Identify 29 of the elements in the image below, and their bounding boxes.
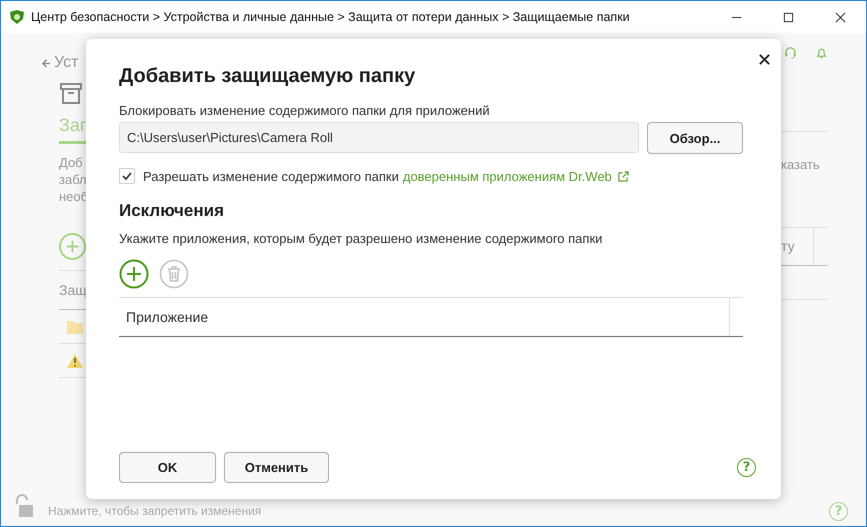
back-arrow-icon[interactable] [42, 58, 51, 68]
field-label: Блокировать изменение содержимого папки для приложений [119, 103, 491, 118]
window-title: Центр безопасности > Устройства и личные данные > Защита от потери данных > Защищаемые папки [31, 10, 630, 24]
ok-button[interactable]: OK [119, 452, 216, 483]
lock-hint[interactable]: Нажмите, чтобы запретить изменения [48, 504, 262, 518]
description-text: казать [781, 157, 821, 174]
cancel-button[interactable]: Отменить [224, 452, 329, 483]
add-icon[interactable] [119, 259, 149, 289]
shield-logo-icon [9, 9, 25, 25]
trusted-apps-link[interactable]: доверенным приложениям Dr.Web [402, 168, 612, 184]
unlocked-padlock-icon[interactable] [14, 494, 34, 518]
browse-button[interactable]: Обзор... [647, 122, 743, 154]
back-link[interactable]: Уст [54, 54, 78, 72]
folder-path-field[interactable]: C:\Users\user\Pictures\Camera Roll [119, 122, 639, 153]
column-header: Приложение [119, 298, 730, 336]
help-button[interactable]: ? [737, 458, 756, 477]
section-title: Исключения [119, 201, 226, 221]
archive-icon [59, 81, 83, 105]
dialog-title: Добавить защищаемую папку [119, 65, 416, 88]
close-icon[interactable] [759, 54, 770, 65]
checkbox-label: Разрешать изменение содержимого папки [143, 168, 399, 184]
section-hint: Укажите приложения, которым будет разрешено изменение содержимого папки [119, 231, 604, 246]
add-icon[interactable] [59, 233, 86, 260]
column-header: Защ [59, 282, 87, 298]
description-text: забл [59, 171, 86, 188]
folder-icon [67, 320, 83, 334]
warning-icon [67, 354, 83, 368]
external-link-icon[interactable] [618, 170, 629, 182]
description-text: Доб [59, 154, 84, 171]
